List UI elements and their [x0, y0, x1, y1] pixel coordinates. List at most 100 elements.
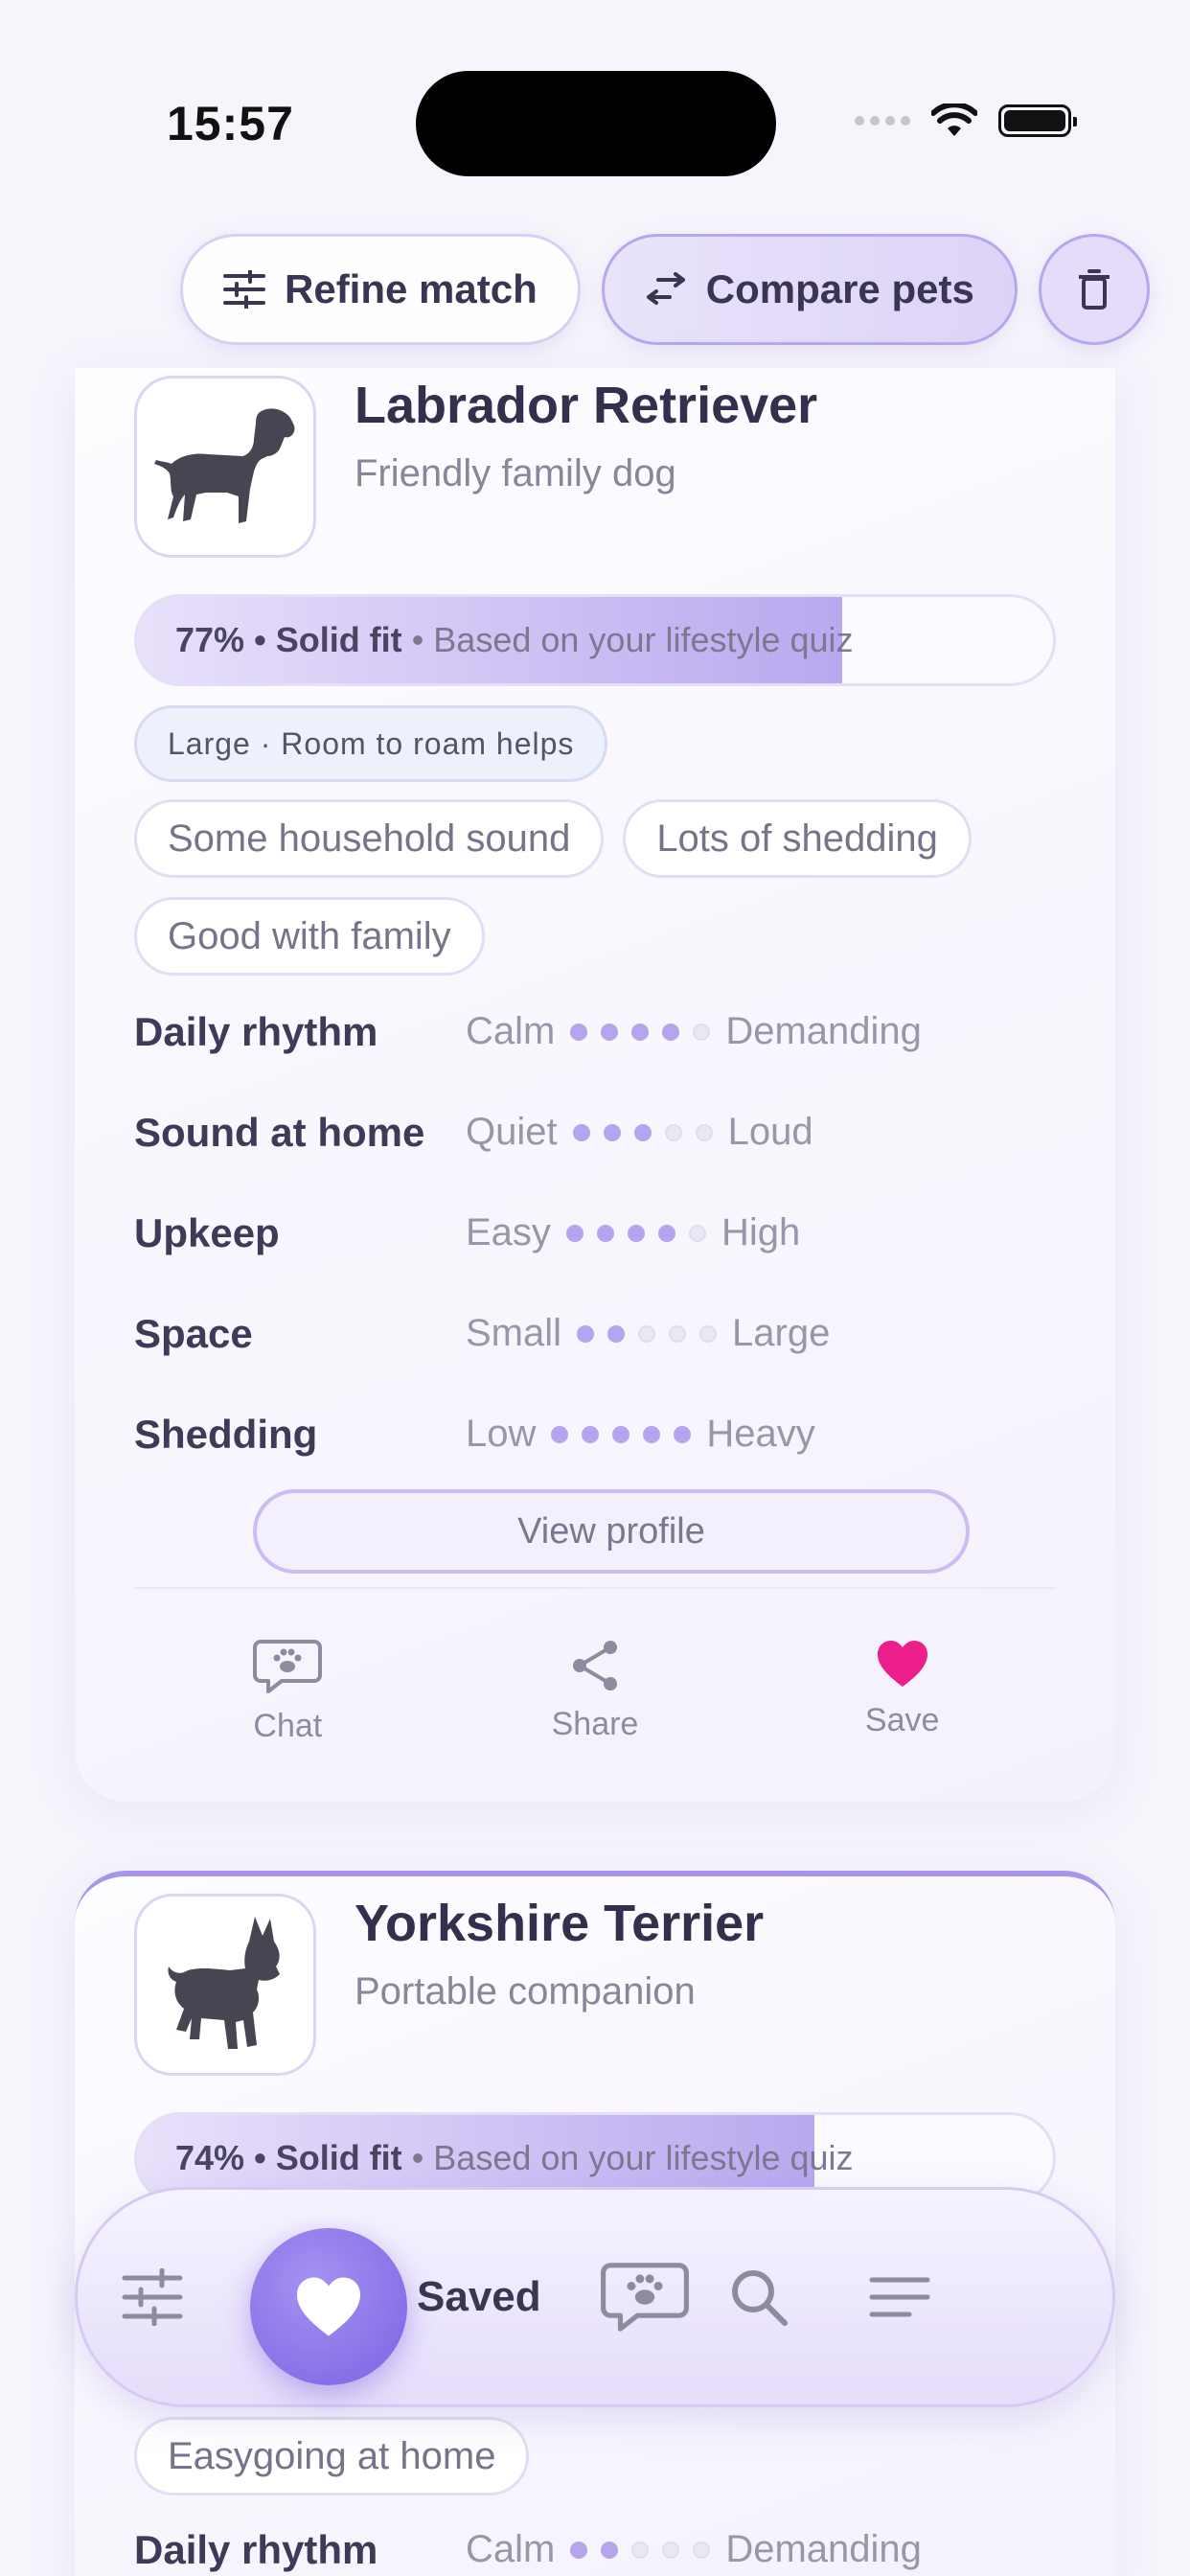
trait-row: Shedding Low Heavy [134, 1384, 1056, 1484]
trait-name: Daily rhythm [134, 1008, 378, 1054]
fit-percent: 77% [175, 620, 245, 659]
level-dot-filled [577, 1324, 595, 1343]
level-dot-empty [662, 2541, 680, 2559]
trash-icon [1078, 269, 1110, 310]
level-dots [570, 2541, 711, 2559]
scale-high-label: Demanding [725, 1010, 922, 1052]
level-dot-filled [633, 1123, 652, 1141]
level-dot-filled [643, 1425, 661, 1443]
level-dot-filled [582, 1425, 600, 1443]
pet-card-labrador: Labrador Retriever Friendly family dog 7… [75, 368, 1115, 1802]
level-dots [565, 1224, 706, 1242]
level-dot-filled [551, 1425, 569, 1443]
scale-high-label: High [721, 1211, 801, 1254]
trait-row: Upkeep Easy High [134, 1183, 1056, 1283]
level-dot-empty [693, 2541, 711, 2559]
search-tab[interactable] [729, 2190, 789, 2404]
breed-name: Labrador Retriever [355, 377, 818, 434]
heart-icon [877, 1641, 927, 1687]
refine-match-label: Refine match [285, 266, 538, 311]
saved-tab-button[interactable] [250, 2228, 407, 2385]
chat-label: Chat [253, 1708, 323, 1744]
scale-high-label: Heavy [706, 1413, 815, 1455]
level-dot-filled [674, 1425, 692, 1443]
trait-chips: Easygoing at home [134, 2417, 1056, 2496]
delete-button[interactable] [1038, 234, 1150, 345]
level-dots [572, 1123, 713, 1141]
fit-label: Solid fit [275, 2138, 402, 2177]
scale-low-label: Easy [466, 1211, 551, 1254]
chip: Some household sound [134, 799, 605, 878]
level-dot-filled [607, 1324, 626, 1343]
status-time: 15:57 [167, 97, 294, 150]
size-chip: Large · Room to roam helps [134, 705, 608, 782]
level-dot-filled [565, 1224, 584, 1242]
fit-percent: 74% [175, 2138, 245, 2177]
scale-low-label: Calm [466, 2528, 556, 2570]
trait-name: Shedding [134, 1411, 318, 1457]
chat-tab[interactable] [601, 2190, 689, 2404]
yorkie-silhouette-icon [168, 1917, 280, 2049]
level-dot-filled [612, 1425, 630, 1443]
level-dot-filled [601, 2541, 619, 2559]
level-dot-empty [688, 1224, 706, 1242]
card-divider [134, 1587, 1056, 1589]
view-profile-button[interactable]: View profile [253, 1489, 970, 1574]
level-dot-empty [695, 1123, 713, 1141]
sliders-icon [223, 270, 265, 309]
scale-low-label: Small [466, 1312, 562, 1354]
chat-paw-icon [253, 1640, 323, 1693]
fit-basis: Based on your lifestyle quiz [433, 620, 854, 659]
level-dot-empty [699, 1324, 718, 1343]
trait-name: Space [134, 1310, 253, 1356]
trait-row: Space Small Large [134, 1283, 1056, 1384]
fit-label: Solid fit [275, 620, 402, 659]
save-action[interactable]: Save [807, 1639, 998, 1745]
level-dot-filled [570, 1023, 588, 1041]
trait-scales: Daily rhythm Calm Demanding Sound at hom… [134, 981, 1056, 1484]
trait-row: Sound at home Quiet Loud [134, 1082, 1056, 1183]
scale-low-label: Low [466, 1413, 537, 1455]
pet-avatar [134, 1894, 316, 2076]
trait-name: Upkeep [134, 1209, 280, 1255]
save-label: Save [864, 1702, 940, 1738]
menu-icon [869, 2277, 930, 2317]
level-dot-empty [693, 1023, 711, 1041]
filters-tab[interactable] [122, 2190, 183, 2404]
match-fit-bar: 77% • Solid fit • Based on your lifestyl… [134, 594, 1056, 686]
level-dot-empty [631, 2541, 650, 2559]
top-toolbar: Refine match Compare pets [180, 234, 1150, 345]
level-dot-filled [657, 1224, 675, 1242]
level-dots [551, 1425, 692, 1443]
compare-pets-button[interactable]: Compare pets [601, 234, 1018, 345]
breed-tagline: Friendly family dog [355, 452, 676, 494]
chat-action[interactable]: Chat [192, 1639, 383, 1745]
cellular-signal-icon [855, 116, 910, 126]
level-dot-filled [603, 1123, 621, 1141]
scale-low-label: Quiet [466, 1111, 558, 1153]
refine-match-button[interactable]: Refine match [180, 234, 581, 345]
share-action[interactable]: Share [499, 1639, 691, 1745]
level-dot-filled [627, 1224, 645, 1242]
level-dots [577, 1324, 718, 1343]
level-dot-empty [664, 1123, 682, 1141]
battery-icon [998, 104, 1077, 137]
fit-basis: Based on your lifestyle quiz [433, 2138, 854, 2177]
match-fit-text: 74% • Solid fit • Based on your lifestyl… [175, 2138, 854, 2177]
level-dot-filled [631, 1023, 650, 1041]
level-dot-empty [638, 1324, 656, 1343]
card-header: Yorkshire Terrier Portable companion [134, 1894, 764, 2076]
sliders-icon [122, 2268, 183, 2326]
menu-tab[interactable] [869, 2190, 930, 2404]
scale-low-label: Calm [466, 1010, 556, 1052]
scale-high-label: Large [732, 1312, 831, 1354]
share-icon [572, 1641, 617, 1690]
trait-name: Daily rhythm [134, 2526, 378, 2572]
bottom-tab-bar: Saved [75, 2187, 1115, 2407]
saved-tab-label[interactable]: Saved [417, 2190, 541, 2404]
trait-chips: Some household sound Lots of shedding Go… [134, 799, 1056, 976]
match-fit-text: 77% • Solid fit • Based on your lifestyl… [175, 620, 854, 659]
share-label: Share [551, 1706, 639, 1742]
heart-icon [297, 2277, 360, 2336]
search-icon [732, 2270, 788, 2326]
